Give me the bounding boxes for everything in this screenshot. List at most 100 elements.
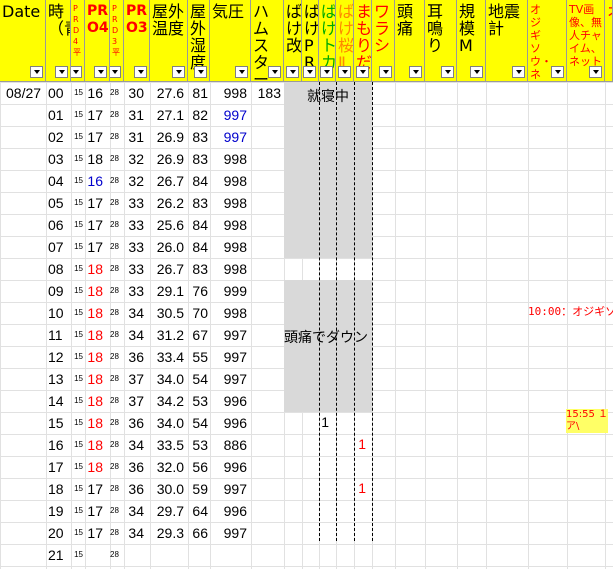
filter-dropdown-button[interactable] xyxy=(512,66,525,78)
humid-cell[interactable]: 54 xyxy=(188,412,208,434)
pro3-cell[interactable]: 32 xyxy=(124,170,144,192)
pressure-cell[interactable]: 998 xyxy=(210,214,247,236)
filter-dropdown-button[interactable] xyxy=(268,66,281,78)
pro4-cell[interactable]: 17 xyxy=(85,236,103,258)
prd4-cell[interactable]: 15 xyxy=(71,434,83,456)
pro4-cell[interactable]: 18 xyxy=(85,148,103,170)
temp-cell[interactable]: 26.7 xyxy=(150,258,184,280)
pro4-cell[interactable]: 17 xyxy=(85,126,103,148)
hour-cell[interactable]: 17 xyxy=(48,456,70,478)
filter-dropdown-button[interactable] xyxy=(551,66,564,78)
prd4-cell[interactable]: 15 xyxy=(71,302,83,324)
humid-cell[interactable]: 59 xyxy=(188,478,208,500)
humid-cell[interactable]: 55 xyxy=(188,346,208,368)
humid-cell[interactable]: 84 xyxy=(188,236,208,258)
hamster-cell[interactable] xyxy=(251,170,281,192)
bakepr-cell[interactable]: 1 xyxy=(317,411,329,433)
hour-cell[interactable]: 20 xyxy=(48,522,70,544)
prd3-cell[interactable]: 28 xyxy=(110,412,122,434)
prd3-cell[interactable]: 28 xyxy=(110,390,122,412)
prd4-cell[interactable]: 15 xyxy=(71,126,83,148)
temp-cell[interactable]: 27.1 xyxy=(150,104,184,126)
prd4-cell[interactable]: 15 xyxy=(71,258,83,280)
hour-cell[interactable]: 08 xyxy=(48,258,70,280)
temp-cell[interactable]: 29.1 xyxy=(150,280,184,302)
humid-cell[interactable]: 53 xyxy=(188,390,208,412)
pro3-cell[interactable]: 37 xyxy=(124,368,144,390)
hour-cell[interactable]: 07 xyxy=(48,236,70,258)
prd4-cell[interactable]: 15 xyxy=(71,478,83,500)
humid-cell[interactable]: 81 xyxy=(188,82,208,104)
pressure-cell[interactable]: 996 xyxy=(210,390,247,412)
filter-dropdown-button[interactable] xyxy=(441,66,454,78)
hour-cell[interactable]: 04 xyxy=(48,170,70,192)
humid-cell[interactable] xyxy=(188,544,208,566)
pro3-cell[interactable]: 33 xyxy=(124,280,144,302)
pro4-cell[interactable]: 18 xyxy=(85,412,103,434)
pressure-cell[interactable]: 998 xyxy=(210,302,247,324)
pro4-cell[interactable]: 17 xyxy=(85,478,103,500)
temp-cell[interactable]: 26.9 xyxy=(150,126,184,148)
prd4-cell[interactable]: 15 xyxy=(71,104,83,126)
humid-cell[interactable]: 83 xyxy=(188,192,208,214)
pressure-cell[interactable]: 998 xyxy=(210,258,247,280)
prd3-cell[interactable]: 28 xyxy=(110,346,122,368)
humid-cell[interactable]: 82 xyxy=(188,104,208,126)
pro3-cell[interactable]: 37 xyxy=(124,390,144,412)
hamster-cell[interactable] xyxy=(251,302,281,324)
pro4-cell[interactable]: 16 xyxy=(85,82,103,104)
prd4-cell[interactable]: 15 xyxy=(71,280,83,302)
tv-note[interactable]: 15:55 １ア\ xyxy=(566,409,608,433)
hour-cell[interactable]: 06 xyxy=(48,214,70,236)
filter-dropdown-button[interactable] xyxy=(235,66,248,78)
mamorida-cell[interactable]: 1 xyxy=(354,477,366,499)
pressure-cell[interactable]: 997 xyxy=(210,346,247,368)
humid-cell[interactable]: 84 xyxy=(188,170,208,192)
humid-cell[interactable]: 54 xyxy=(188,368,208,390)
prd3-cell[interactable]: 28 xyxy=(110,236,122,258)
pressure-cell[interactable]: 998 xyxy=(210,148,247,170)
hour-cell[interactable]: 00 xyxy=(48,82,70,104)
prd4-cell[interactable]: 15 xyxy=(71,544,83,566)
pressure-cell[interactable]: 998 xyxy=(210,82,247,104)
pro3-cell[interactable]: 31 xyxy=(124,104,144,126)
prd4-cell[interactable]: 15 xyxy=(71,324,83,346)
filter-dropdown-button[interactable] xyxy=(30,66,43,78)
pro3-cell[interactable]: 36 xyxy=(124,456,144,478)
pro3-cell[interactable] xyxy=(124,544,144,566)
filter-dropdown-button[interactable] xyxy=(94,66,107,78)
pressure-cell[interactable]: 996 xyxy=(210,500,247,522)
prd4-cell[interactable]: 15 xyxy=(71,412,83,434)
pressure-cell[interactable]: 997 xyxy=(210,324,247,346)
prd4-cell[interactable]: 15 xyxy=(71,368,83,390)
hamster-cell[interactable] xyxy=(251,258,281,280)
hour-cell[interactable]: 15 xyxy=(48,412,70,434)
temp-cell[interactable]: 31.2 xyxy=(150,324,184,346)
hour-cell[interactable]: 12 xyxy=(48,346,70,368)
pro4-cell[interactable]: 18 xyxy=(85,434,103,456)
hamster-cell[interactable] xyxy=(251,214,281,236)
filter-dropdown-button[interactable] xyxy=(409,66,422,78)
temp-cell[interactable]: 32.0 xyxy=(150,456,184,478)
pressure-cell[interactable]: 998 xyxy=(210,192,247,214)
hour-cell[interactable]: 19 xyxy=(48,500,70,522)
prd3-cell[interactable]: 28 xyxy=(110,478,122,500)
prd3-cell[interactable]: 28 xyxy=(110,456,122,478)
prd3-cell[interactable]: 28 xyxy=(110,368,122,390)
prd3-cell[interactable]: 28 xyxy=(110,126,122,148)
pressure-cell[interactable] xyxy=(210,544,247,566)
temp-cell[interactable]: 30.0 xyxy=(150,478,184,500)
pro4-cell[interactable]: 17 xyxy=(85,104,103,126)
prd3-cell[interactable]: 28 xyxy=(110,280,122,302)
pro4-cell[interactable]: 18 xyxy=(85,456,103,478)
temp-cell[interactable]: 25.6 xyxy=(150,214,184,236)
pressure-cell[interactable]: 998 xyxy=(210,170,247,192)
prd4-cell[interactable]: 15 xyxy=(71,192,83,214)
hour-cell[interactable]: 16 xyxy=(48,434,70,456)
pro3-cell[interactable]: 36 xyxy=(124,412,144,434)
hamster-cell[interactable] xyxy=(251,346,281,368)
prd3-cell[interactable]: 28 xyxy=(110,104,122,126)
hamster-cell[interactable] xyxy=(251,324,281,346)
prd3-cell[interactable]: 28 xyxy=(110,170,122,192)
temp-cell[interactable]: 26.2 xyxy=(150,192,184,214)
